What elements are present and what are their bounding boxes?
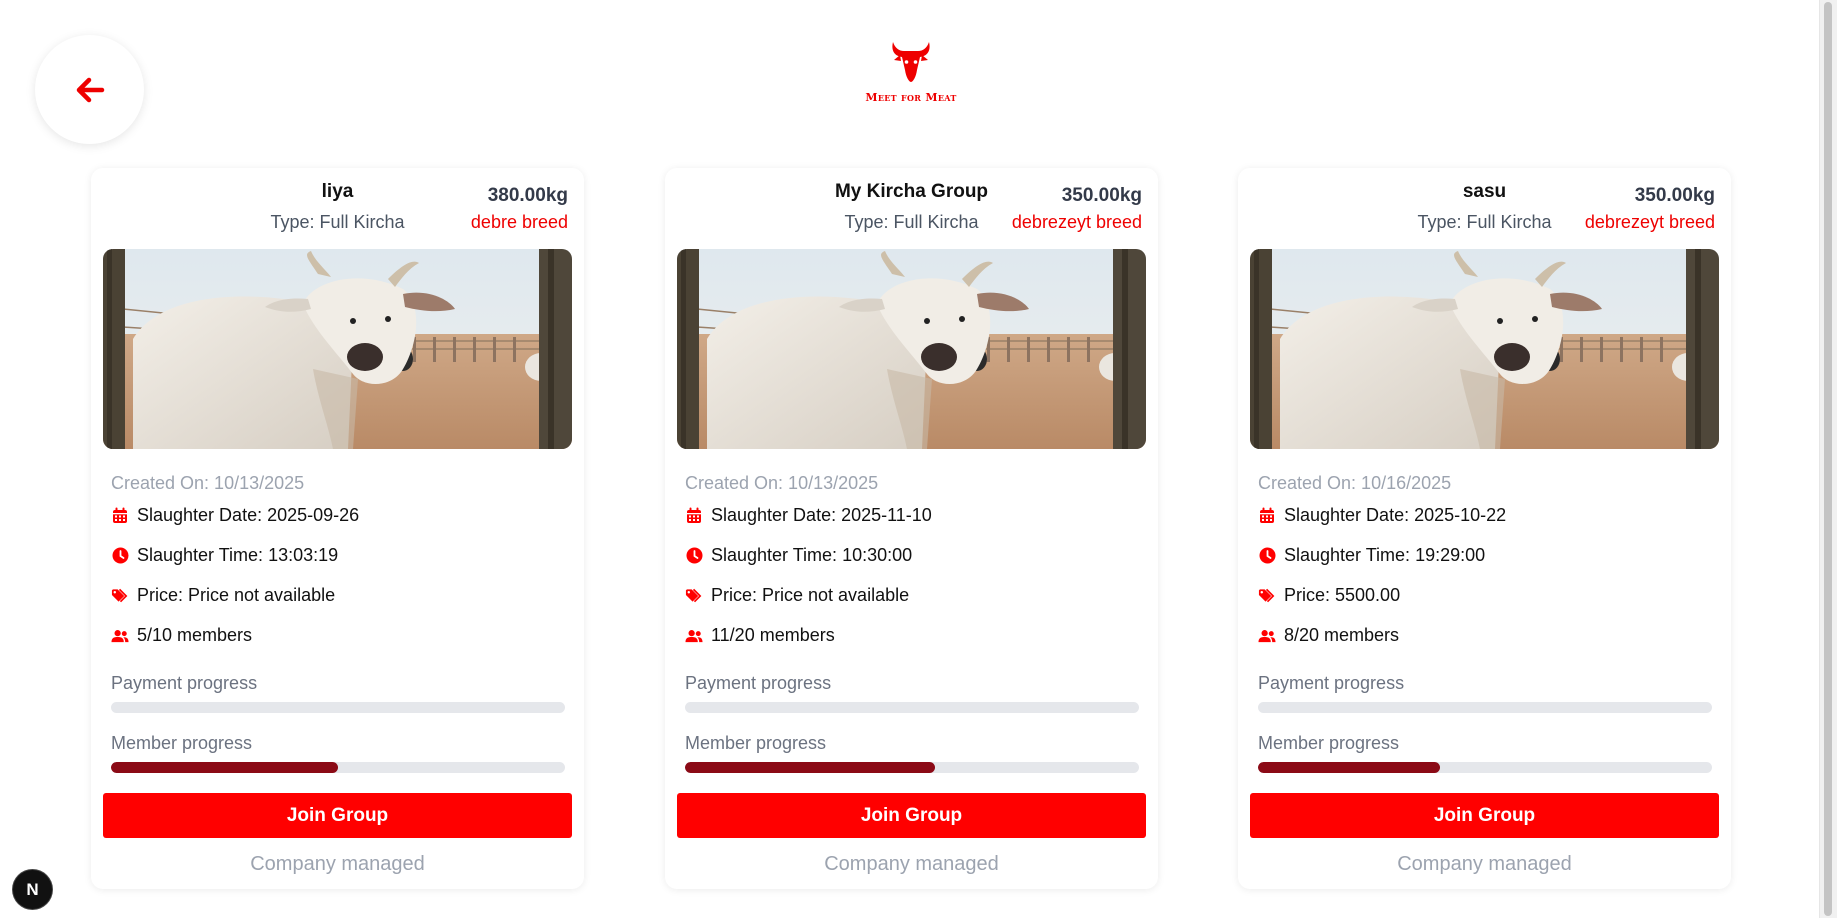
cattle-photo <box>103 249 572 449</box>
company-managed-label: Company managed <box>1397 853 1572 875</box>
slaughter-date: Slaughter Date: 2025-10-22 <box>1284 505 1507 525</box>
slaughter-date: Slaughter Date: 2025-09-26 <box>137 505 360 525</box>
dev-indicator-badge[interactable]: N <box>13 870 52 909</box>
slaughter-time-row: Slaughter Time: 19:29:00 <box>1258 545 1485 566</box>
group-card: liya 380.00kg Type: Full Kircha debre br… <box>91 168 584 889</box>
join-group-button[interactable]: Join Group <box>103 793 572 838</box>
group-card: sasu 350.00kg Type: Full Kircha debrezey… <box>1238 168 1731 889</box>
members-count: 11/20 members <box>711 625 835 645</box>
cattle-photo <box>1250 249 1719 449</box>
member-progress-label: Member progress <box>1258 733 1400 753</box>
page: Meet for Meat liya 380.00kg Type: Full K… <box>0 0 1820 918</box>
calendar-icon <box>1258 507 1276 525</box>
clock-icon <box>111 547 129 565</box>
payment-progress-label: Payment progress <box>111 673 258 693</box>
logo-text: Meet for Meat <box>865 91 957 104</box>
price: Price: 5500.00 <box>1284 585 1401 605</box>
users-icon <box>1258 627 1276 645</box>
price: Price: Price not available <box>137 585 336 605</box>
clock-icon <box>685 547 703 565</box>
vertical-scrollbar[interactable] <box>1819 0 1837 918</box>
price-row: Price: Price not available <box>685 585 909 606</box>
member-progress-label: Member progress <box>111 733 253 753</box>
member-progress-fill <box>111 762 338 773</box>
slaughter-time: Slaughter Time: 10:30:00 <box>711 545 913 565</box>
tags-icon <box>685 587 703 605</box>
slaughter-date: Slaughter Date: 2025-11-10 <box>711 505 932 525</box>
join-group-button[interactable]: Join Group <box>677 793 1146 838</box>
logo[interactable]: Meet for Meat <box>856 40 966 104</box>
members-count: 8/20 members <box>1284 625 1400 645</box>
slaughter-date-row: Slaughter Date: 2025-10-22 <box>1258 505 1506 526</box>
back-button[interactable] <box>35 35 144 144</box>
price: Price: Price not available <box>711 585 910 605</box>
slaughter-date-row: Slaughter Date: 2025-11-10 <box>685 505 932 526</box>
group-weight: 380.00kg <box>487 185 568 206</box>
price-row: Price: Price not available <box>111 585 335 606</box>
group-breed: debrezeyt breed <box>1011 212 1142 232</box>
slaughter-time: Slaughter Time: 13:03:19 <box>137 545 339 565</box>
calendar-icon <box>685 507 703 525</box>
payment-progress-bar <box>111 702 565 713</box>
member-progress-bar <box>1258 762 1712 773</box>
group-card: My Kircha Group 350.00kg Type: Full Kirc… <box>665 168 1158 889</box>
members-row: 5/10 members <box>111 625 252 646</box>
payment-progress-bar <box>685 702 1139 713</box>
company-managed-label: Company managed <box>250 853 425 875</box>
bull-head-icon <box>892 42 930 82</box>
payment-progress-label: Payment progress <box>1258 673 1405 693</box>
slaughter-time: Slaughter Time: 19:29:00 <box>1284 545 1486 565</box>
slaughter-date-row: Slaughter Date: 2025-09-26 <box>111 505 359 526</box>
clock-icon <box>1258 547 1276 565</box>
price-row: Price: 5500.00 <box>1258 585 1400 606</box>
created-date: Created On: 10/13/2025 <box>111 473 305 493</box>
group-breed: debrezeyt breed <box>1584 212 1715 232</box>
members-row: 11/20 members <box>685 625 835 646</box>
member-progress-fill <box>1258 762 1440 773</box>
member-progress-bar <box>685 762 1139 773</box>
company-managed-label: Company managed <box>824 853 999 875</box>
group-breed: debre breed <box>470 212 568 232</box>
created-date: Created On: 10/13/2025 <box>685 473 879 493</box>
join-group-button[interactable]: Join Group <box>1250 793 1719 838</box>
tags-icon <box>1258 587 1276 605</box>
users-icon <box>111 627 129 645</box>
users-icon <box>685 627 703 645</box>
group-weight: 350.00kg <box>1634 185 1715 206</box>
member-progress-bar <box>111 762 565 773</box>
scrollbar-thumb[interactable] <box>1824 2 1832 916</box>
members-row: 8/20 members <box>1258 625 1399 646</box>
tags-icon <box>111 587 129 605</box>
slaughter-time-row: Slaughter Time: 10:30:00 <box>685 545 912 566</box>
slaughter-time-row: Slaughter Time: 13:03:19 <box>111 545 338 566</box>
members-count: 5/10 members <box>137 625 253 645</box>
created-date: Created On: 10/16/2025 <box>1258 473 1452 493</box>
payment-progress-bar <box>1258 702 1712 713</box>
arrow-left-icon <box>76 77 104 102</box>
cattle-photo <box>677 249 1146 449</box>
calendar-icon <box>111 507 129 525</box>
member-progress-label: Member progress <box>685 733 827 753</box>
member-progress-fill <box>685 762 935 773</box>
payment-progress-label: Payment progress <box>685 673 832 693</box>
group-weight: 350.00kg <box>1061 185 1142 206</box>
